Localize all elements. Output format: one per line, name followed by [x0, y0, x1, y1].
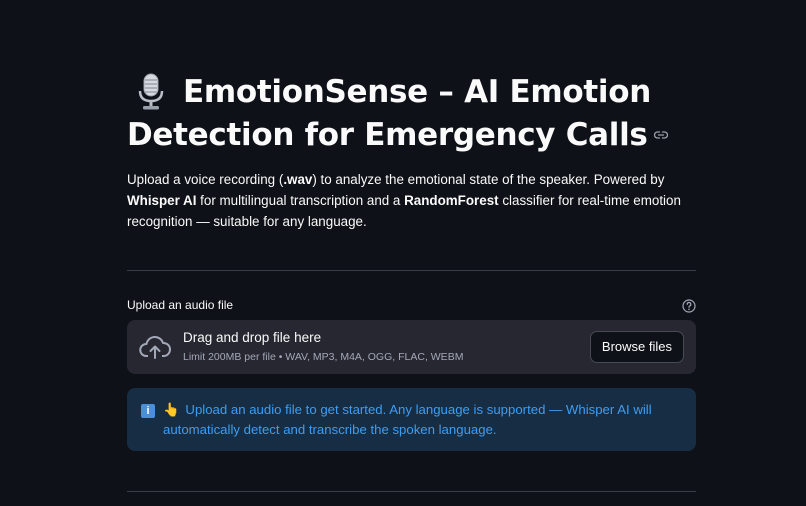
browse-files-button[interactable]: Browse files	[589, 331, 684, 363]
info-alert: i 👆 Upload an audio file to get started. …	[127, 388, 696, 451]
dropzone-limits: Limit 200MB per file • WAV, MP3, M4A, OG…	[183, 351, 464, 363]
file-dropzone[interactable]: Drag and drop file here Limit 200MB per …	[127, 320, 696, 374]
uploader-label: Upload an audio file	[127, 298, 234, 312]
intro-randomforest: RandomForest	[404, 193, 499, 208]
intro-paragraph: Upload a voice recording (.wav) to analy…	[127, 169, 696, 232]
pointing-hand-icon: 👆	[163, 402, 180, 417]
intro-text: for multilingual transcription and a	[196, 193, 405, 208]
cloud-upload-icon	[139, 335, 171, 359]
dropzone-title: Drag and drop file here	[183, 330, 322, 345]
divider	[127, 491, 696, 492]
info-message: 👆 Upload an audio file to get started. An…	[163, 400, 663, 439]
page-title-text: EmotionSense – AI Emotion Detection for …	[127, 74, 651, 153]
intro-text: Upload a voice recording (	[127, 172, 284, 187]
question-circle-icon[interactable]	[682, 299, 696, 313]
divider	[127, 270, 696, 271]
page-title: EmotionSense – AI Emotion Detection for …	[127, 71, 696, 157]
intro-text: ) to analyze the emotional state of the …	[312, 172, 665, 187]
link-icon[interactable]	[653, 130, 668, 140]
info-message-text: Upload an audio file to get started. Any…	[163, 402, 652, 437]
intro-ext: .wav	[283, 172, 313, 187]
info-icon: i	[141, 404, 155, 418]
microphone-icon	[138, 73, 164, 110]
intro-whisper: Whisper AI	[127, 193, 197, 208]
